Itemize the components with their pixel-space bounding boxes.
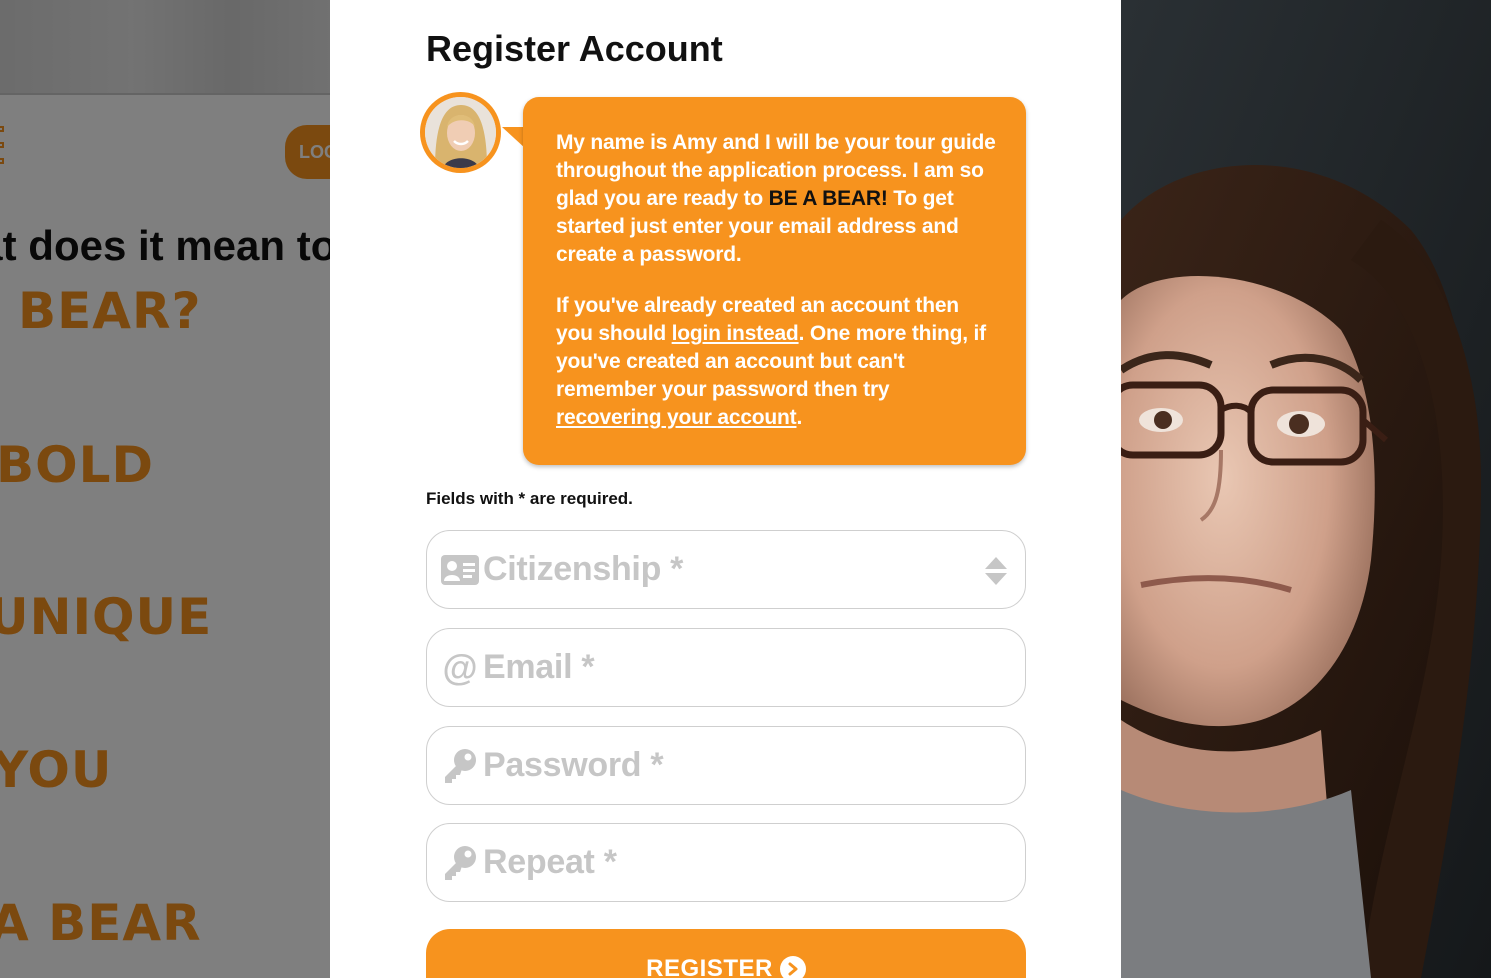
page-title: Register Account [426, 28, 723, 69]
guide-message-help: If you've already created an account the… [556, 294, 986, 429]
be-a-bear-emphasis: BE A BEAR! [768, 187, 888, 210]
password-field[interactable]: Password * [426, 726, 1026, 805]
sort-arrows-icon [985, 557, 1007, 585]
hero-photo [1121, 0, 1491, 978]
repeat-placeholder: Repeat * [483, 843, 617, 881]
required-fields-note: Fields with * are required. [426, 489, 633, 508]
password-placeholder: Password * [483, 746, 664, 784]
recover-account-link[interactable]: recovering your account [556, 406, 797, 429]
guide-portrait-icon [425, 97, 496, 168]
chevron-right-icon [779, 956, 806, 978]
background-page: LOG What does it mean to BEAR? BOLD UNIQ… [0, 0, 330, 978]
citizenship-placeholder: Citizenship * [483, 550, 684, 588]
guide-message-intro: My name is Amy and I will be your tour g… [556, 131, 996, 266]
email-field[interactable]: @ Email * [426, 628, 1026, 707]
key-icon [441, 844, 479, 882]
email-placeholder: Email * [483, 648, 595, 686]
key-icon [441, 747, 479, 785]
at-sign-icon: @ [442, 646, 478, 688]
id-card-icon [441, 551, 479, 589]
register-label: REGISTER [646, 955, 773, 978]
register-modal: Register Account My name is Amy and I wi… [330, 0, 1121, 978]
guide-speech-bubble: My name is Amy and I will be your tour g… [523, 97, 1026, 465]
register-button[interactable]: REGISTER [426, 929, 1026, 978]
modal-backdrop[interactable] [0, 0, 330, 978]
citizenship-select[interactable]: Citizenship * [426, 530, 1026, 609]
login-instead-link[interactable]: login instead [672, 322, 799, 345]
repeat-password-field[interactable]: Repeat * [426, 823, 1026, 902]
guide-avatar [420, 92, 501, 173]
